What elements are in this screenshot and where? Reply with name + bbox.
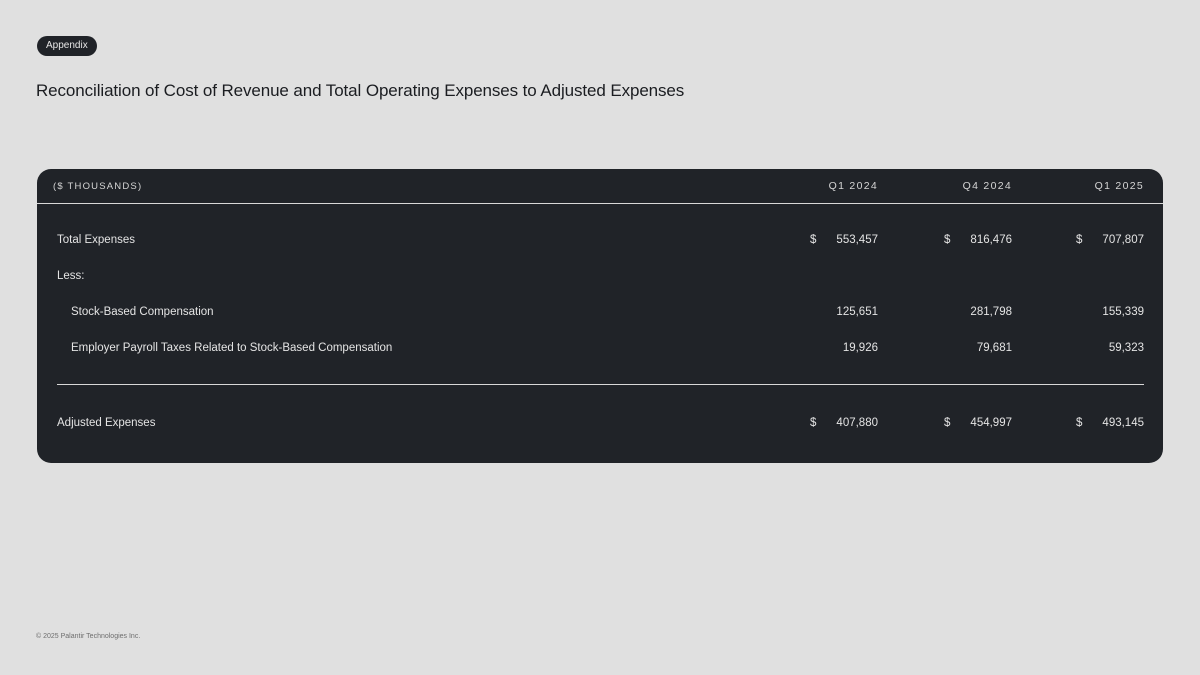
value-q1-2025: 493,145 bbox=[1102, 417, 1144, 429]
row-label: Stock-Based Compensation bbox=[71, 306, 214, 318]
table-header: ($ THOUSANDS) Q1 2024 Q4 2024 Q1 2025 bbox=[37, 169, 1163, 204]
value-q4-2024: 816,476 bbox=[970, 234, 1012, 246]
table-row-adjusted-expenses: Adjusted Expenses $ 407,880 $ 454,997 $ … bbox=[37, 413, 1163, 433]
value-q1-2025: 59,323 bbox=[1108, 342, 1144, 354]
row-label: Adjusted Expenses bbox=[57, 417, 156, 429]
reconciliation-table: ($ THOUSANDS) Q1 2024 Q4 2024 Q1 2025 To… bbox=[37, 169, 1163, 463]
unit-label: ($ THOUSANDS) bbox=[53, 181, 143, 192]
table-row-stock-based-compensation: Stock-Based Compensation 125,651 281,798… bbox=[37, 302, 1163, 322]
value-q1-2024: 19,926 bbox=[842, 342, 878, 354]
column-header-q1-2024: Q1 2024 bbox=[828, 180, 878, 192]
value-q1-2025: 707,807 bbox=[1102, 234, 1144, 246]
column-header-q1-2025: Q1 2025 bbox=[1094, 180, 1144, 192]
value-q1-2024: 407,880 bbox=[836, 417, 878, 429]
value-q4-2024: 79,681 bbox=[976, 342, 1012, 354]
value-q4-2024: 454,997 bbox=[970, 417, 1012, 429]
value-q1-2024: 125,651 bbox=[836, 306, 878, 318]
value-q1-2024: 553,457 bbox=[836, 234, 878, 246]
value-q1-2025: 155,339 bbox=[1102, 306, 1144, 318]
table-row-less: Less: bbox=[37, 266, 1163, 286]
copyright-footer: © 2025 Palantir Technologies Inc. bbox=[36, 633, 141, 640]
total-divider bbox=[57, 384, 1144, 385]
table-row-employer-payroll-taxes: Employer Payroll Taxes Related to Stock-… bbox=[37, 338, 1163, 358]
value-q4-2024: 281,798 bbox=[970, 306, 1012, 318]
row-label: Employer Payroll Taxes Related to Stock-… bbox=[71, 342, 393, 354]
row-label: Less: bbox=[57, 270, 85, 282]
table-row-total-expenses: Total Expenses $ 553,457 $ 816,476 $ 707… bbox=[37, 230, 1163, 250]
row-label: Total Expenses bbox=[57, 234, 135, 246]
appendix-badge: Appendix bbox=[37, 36, 97, 56]
page-title: Reconciliation of Cost of Revenue and To… bbox=[36, 81, 685, 100]
column-header-q4-2024: Q4 2024 bbox=[962, 180, 1012, 192]
